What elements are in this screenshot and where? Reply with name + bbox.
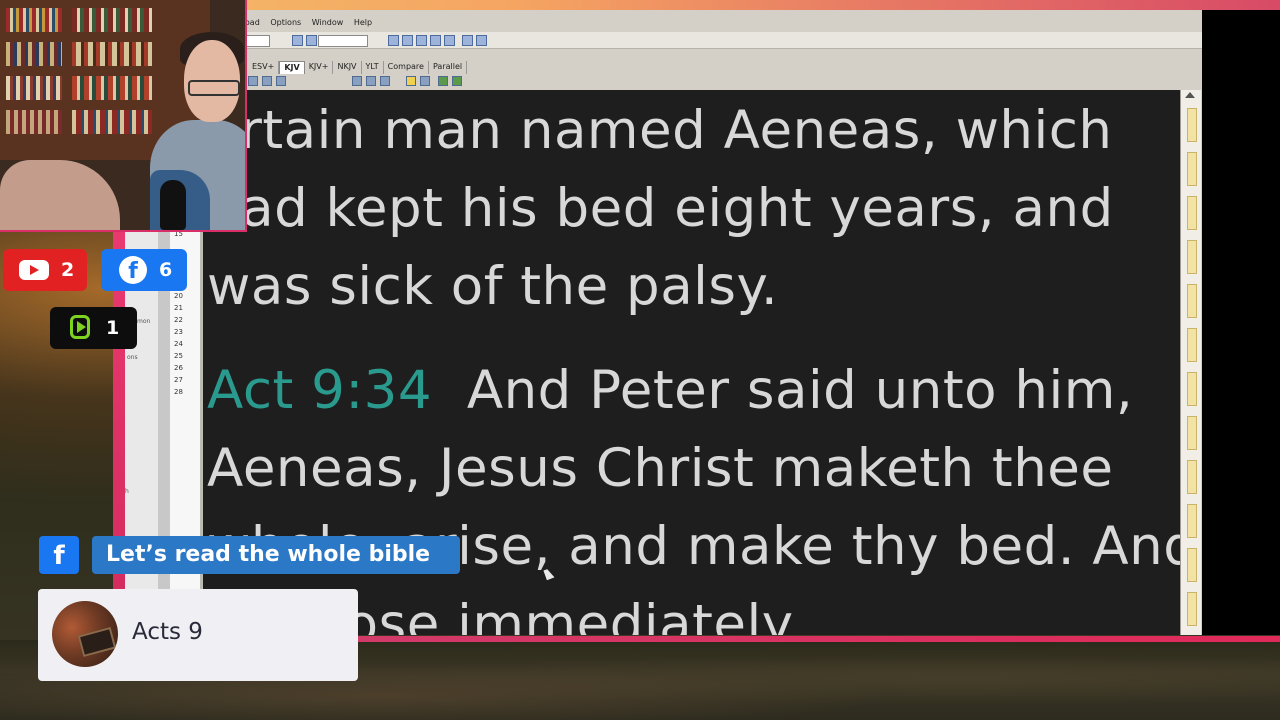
subtool-icon[interactable]: [366, 76, 376, 86]
chapter-number[interactable]: 26: [174, 364, 183, 372]
bookmark-tab[interactable]: [1187, 108, 1197, 142]
verse-line: was sick of the palsy.: [207, 256, 779, 317]
reader-subtoolbar: [248, 74, 498, 88]
bookmark-tab[interactable]: [1187, 284, 1197, 318]
bookmark-tab[interactable]: [1187, 548, 1197, 582]
verse-line: ertain man named Aeneas, which: [207, 100, 1113, 161]
tab-kjv[interactable]: KJV: [279, 61, 305, 74]
toolbar-button[interactable]: [416, 35, 427, 46]
tab-parallel[interactable]: Parallel: [429, 61, 468, 74]
subtool-icon[interactable]: [276, 76, 286, 86]
lower-third-subtitle: Acts 9: [132, 619, 203, 645]
youtube-viewer-badge: 2: [3, 249, 87, 291]
subtool-icon[interactable]: [262, 76, 272, 86]
toolbar-search-box[interactable]: [318, 35, 368, 47]
list-icon[interactable]: [420, 76, 430, 86]
bible-version-tabs: ESV+ KJV KJV+ NKJV YLT Compare Parallel: [248, 61, 468, 74]
rumble-icon: [70, 315, 94, 341]
books: [72, 8, 152, 32]
chapter-number[interactable]: 27: [174, 376, 183, 384]
scroll-up-arrow[interactable]: [1185, 92, 1195, 98]
toolbar-button[interactable]: [306, 35, 317, 46]
sidebar-label: h: [125, 488, 129, 495]
facebook-viewer-badge: f 6: [101, 249, 187, 291]
menu-options[interactable]: Options: [270, 18, 301, 27]
bookmark-tab[interactable]: [1187, 460, 1197, 494]
verse-line: Act 9:34 And Peter said unto him,: [207, 352, 1133, 430]
tab-nkjv[interactable]: NKJV: [333, 61, 362, 74]
tab-compare[interactable]: Compare: [384, 61, 429, 74]
chapter-number[interactable]: 22: [174, 316, 183, 324]
bookmark-tab[interactable]: [1187, 592, 1197, 626]
bookmark-tab[interactable]: [1187, 328, 1197, 362]
toolbar-button[interactable]: [292, 35, 303, 46]
toolbar-button[interactable]: [388, 35, 399, 46]
subtool-icon[interactable]: [352, 76, 362, 86]
lower-third-facebook-icon: f: [39, 536, 79, 574]
chapter-number[interactable]: 21: [174, 304, 183, 312]
sidebar-label: mon: [137, 318, 151, 325]
webcam-feed: [0, 0, 247, 232]
toolbar-button[interactable]: [430, 35, 441, 46]
youtube-count: 2: [61, 259, 75, 281]
toolbar-button[interactable]: [476, 35, 487, 46]
verse-line: had kept his bed eight years, and: [207, 178, 1114, 239]
glasses: [188, 80, 240, 96]
chapter-number[interactable]: 20: [174, 292, 183, 300]
toolbar-button[interactable]: [462, 35, 473, 46]
accent-line: [358, 636, 1280, 642]
streamer: [140, 30, 245, 230]
bookmark-tab[interactable]: [1187, 416, 1197, 450]
facebook-count: 6: [159, 259, 173, 281]
menubar: Download Options Window Help: [220, 18, 1222, 32]
books: [6, 110, 62, 134]
chapter-number[interactable]: 23: [174, 328, 183, 336]
sidebar-label: ons: [127, 354, 138, 361]
toolbar-button[interactable]: [444, 35, 455, 46]
vertical-scrollbar[interactable]: [1180, 90, 1201, 635]
verse-text: And Peter said unto him,: [466, 360, 1134, 421]
microphone: [160, 180, 186, 230]
bookmark-tab[interactable]: [1187, 504, 1197, 538]
bookmark-tab[interactable]: [1187, 196, 1197, 230]
subtool-icon[interactable]: [248, 76, 258, 86]
forward-arrow-icon[interactable]: [452, 76, 462, 86]
bookmark-tab[interactable]: [1187, 372, 1197, 406]
youtube-icon: [19, 260, 49, 280]
menu-help[interactable]: Help: [354, 18, 372, 27]
books: [6, 76, 62, 100]
right-black-bar: [1202, 10, 1280, 635]
bookmark-tab[interactable]: [1187, 152, 1197, 186]
lower-third-title: Let’s read the whole bible: [92, 536, 460, 574]
bookmark-tab[interactable]: [1187, 240, 1197, 274]
verse-reference-link[interactable]: Act 9:34: [207, 360, 432, 421]
sidebar-divider: [158, 232, 170, 640]
rumble-count: 1: [106, 317, 120, 339]
lower-third-card: Acts 9: [38, 589, 358, 681]
books: [6, 42, 62, 66]
subtool-icon[interactable]: [380, 76, 390, 86]
books: [6, 8, 62, 32]
facebook-icon: f: [119, 256, 147, 284]
tab-kjv-plus[interactable]: KJV+: [305, 61, 334, 74]
search-icon[interactable]: [406, 76, 416, 86]
back-arrow-icon[interactable]: [438, 76, 448, 86]
tab-ylt[interactable]: YLT: [362, 61, 384, 74]
tab-esv-plus[interactable]: ESV+: [248, 61, 280, 74]
chapter-number[interactable]: 24: [174, 340, 183, 348]
rumble-viewer-badge: 1: [50, 307, 137, 349]
chapter-number[interactable]: 28: [174, 388, 183, 396]
foreground-blur: [0, 160, 120, 230]
toolbar-button[interactable]: [402, 35, 413, 46]
menu-window[interactable]: Window: [312, 18, 344, 27]
bible-thumbnail: [52, 601, 118, 667]
toolbar: [200, 32, 1202, 49]
verse-line: Aeneas, Jesus Christ maketh thee: [207, 438, 1114, 499]
chapter-number[interactable]: 25: [174, 352, 183, 360]
accent-strip: [113, 232, 125, 640]
